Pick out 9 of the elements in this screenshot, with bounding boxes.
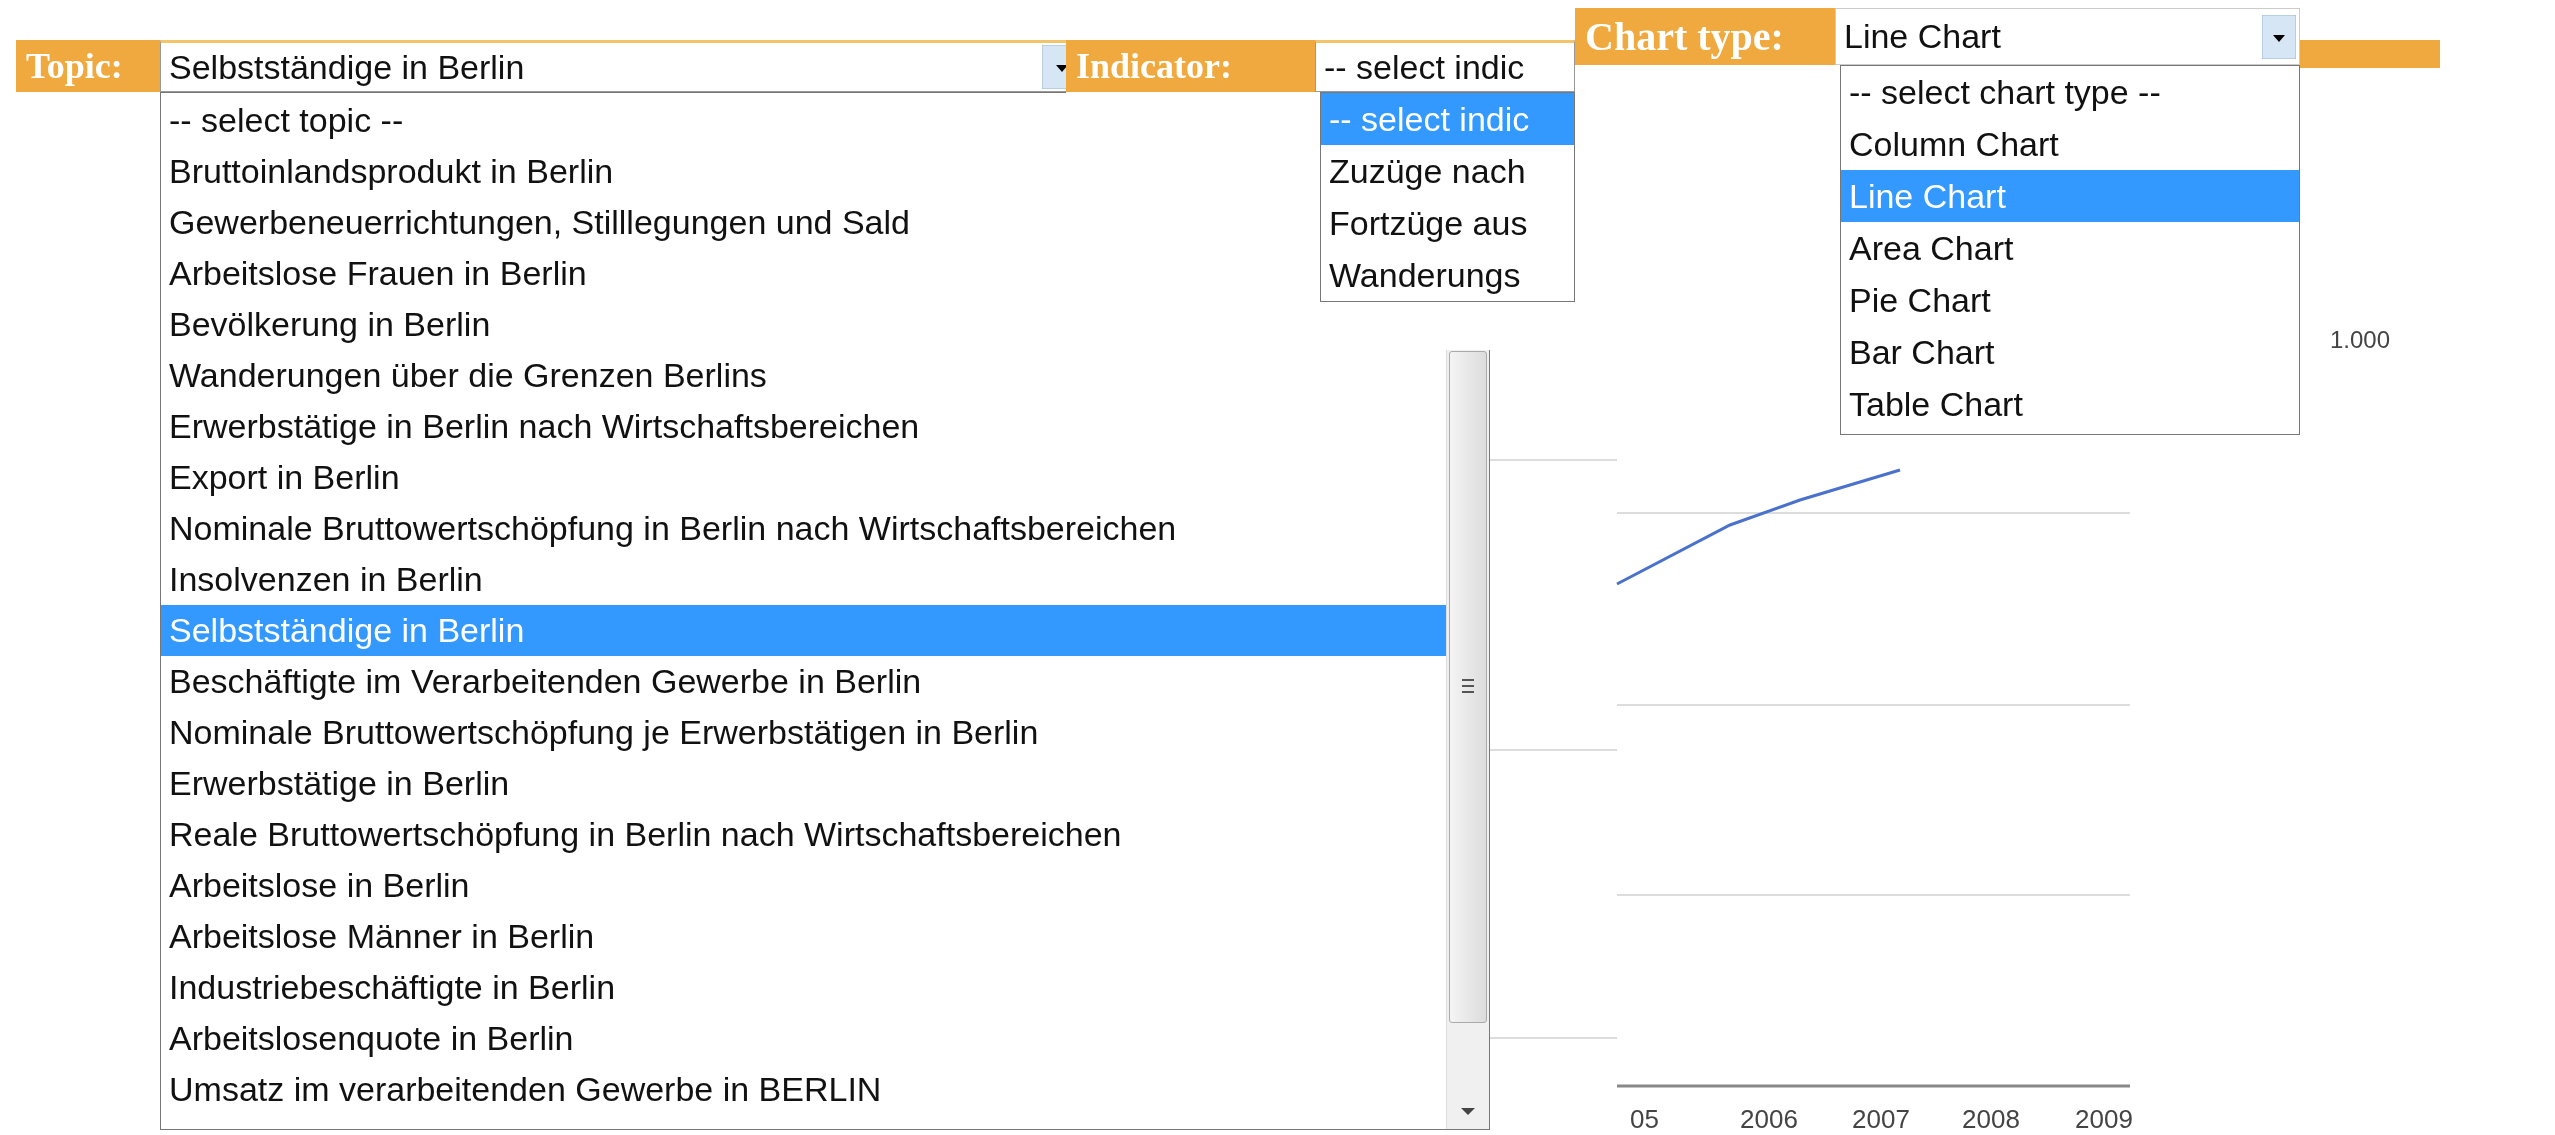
axis-label: 2008	[1962, 1104, 2020, 1134]
axis-label: 05	[1630, 1104, 1659, 1134]
axis-label: 2006	[1740, 1104, 1798, 1134]
axis-label: 2009	[2075, 1104, 2133, 1134]
chart-type-label: Chart type:	[1575, 8, 1835, 65]
axis-label: 1.000	[2330, 326, 2391, 354]
axis-label: 2007	[1852, 1104, 1910, 1134]
topic-label: Topic:	[16, 40, 160, 92]
indicator-label: Indicator:	[1066, 40, 1315, 92]
